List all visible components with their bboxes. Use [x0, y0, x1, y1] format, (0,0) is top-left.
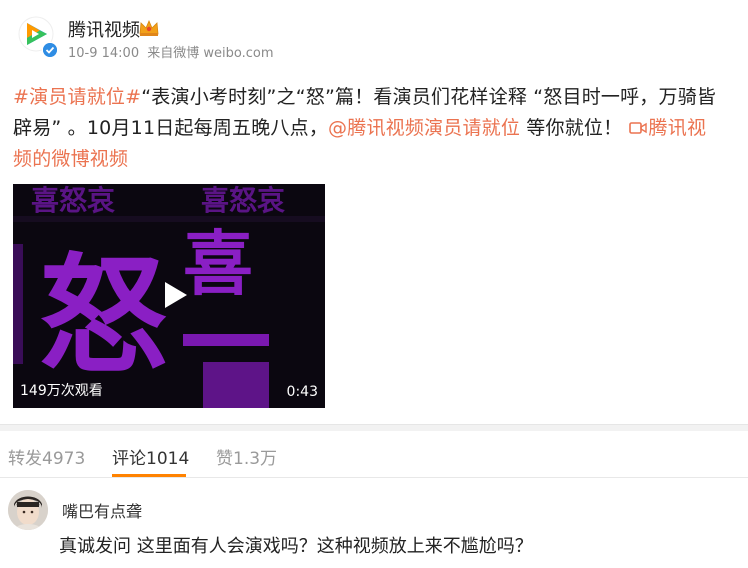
- video-link-label: 腾讯视: [648, 117, 707, 139]
- tab-reposts[interactable]: 转发4973: [8, 444, 85, 469]
- video-player[interactable]: 喜怒哀 喜怒哀 怒 喜 149万次观看 0:43: [13, 184, 325, 408]
- view-count: 149万次观看: [20, 383, 103, 399]
- commenter-avatar[interactable]: [8, 490, 48, 530]
- thumbnail-top-text-left: 喜怒哀: [31, 184, 115, 217]
- post-text-line-1: #演员请就位#“表演小考时刻”之“怒”篇！看演员们花样诠释 “怒目时一呼，万骑皆: [13, 82, 733, 113]
- post-text: #演员请就位#“表演小考时刻”之“怒”篇！看演员们花样诠释 “怒目时一呼，万骑皆…: [13, 82, 733, 175]
- video-camera-icon: [628, 122, 647, 134]
- video-duration: 0:43: [286, 384, 318, 400]
- post-text-segment: 辟易” 。10月11日起每周五晚八点，: [13, 117, 329, 139]
- video-link[interactable]: 腾讯视: [628, 117, 707, 139]
- verified-badge-icon: [42, 42, 58, 58]
- tab-likes[interactable]: 赞1.3万: [216, 444, 277, 469]
- comment-text: 真诚发问 这里面有人会演戏吗？这种视频放上来不尴尬吗？: [59, 536, 533, 557]
- post-meta: 10-9 14:00 来自微博 weibo.com: [68, 42, 278, 61]
- thumbnail-top-text-right: 喜怒哀: [201, 184, 285, 217]
- section-divider: [0, 424, 748, 431]
- post-time: 10-9 14:00: [68, 46, 140, 61]
- mention-link[interactable]: @腾讯视频演员请就位: [328, 117, 520, 139]
- author-name[interactable]: 腾讯视频: [68, 16, 140, 42]
- post-text-line-2: 辟易” 。10月11日起每周五晚八点，@腾讯视频演员请就位 等你就位！ 腾讯视: [13, 113, 733, 144]
- hashtag-link[interactable]: #演员请就位#: [13, 86, 141, 108]
- interaction-tabs: 转发4973 评论1014 赞1.3万: [0, 434, 748, 478]
- commenter-name[interactable]: 嘴巴有点聋: [62, 498, 142, 522]
- crown-badge-icon[interactable]: [138, 18, 160, 38]
- thumbnail-big-char-right: 喜: [183, 223, 253, 305]
- comment-item: 嘴巴有点聋 真诚发问 这里面有人会演戏吗？这种视频放上来不尴尬吗？: [0, 486, 748, 568]
- tab-comments[interactable]: 评论1014: [112, 444, 189, 469]
- source-prefix: 来自: [147, 46, 174, 61]
- author-avatar[interactable]: [14, 14, 58, 58]
- post-text-segment: “表演小考时刻”之“怒”篇！看演员们花样诠释 “怒目时一呼，万骑皆: [141, 86, 717, 108]
- thumbnail-big-char-left: 怒: [39, 242, 167, 391]
- video-link-continuation[interactable]: 频的微博视频: [13, 148, 128, 170]
- post-text-line-3: 频的微博视频: [13, 144, 733, 175]
- play-icon[interactable]: [160, 280, 190, 310]
- post-text-segment: 等你就位！: [520, 117, 629, 139]
- post-header: 腾讯视频 10-9 14:00 来自微博 weibo.com: [14, 12, 734, 64]
- post-source[interactable]: 微博 weibo.com: [173, 46, 273, 61]
- tabs-border: [0, 477, 748, 478]
